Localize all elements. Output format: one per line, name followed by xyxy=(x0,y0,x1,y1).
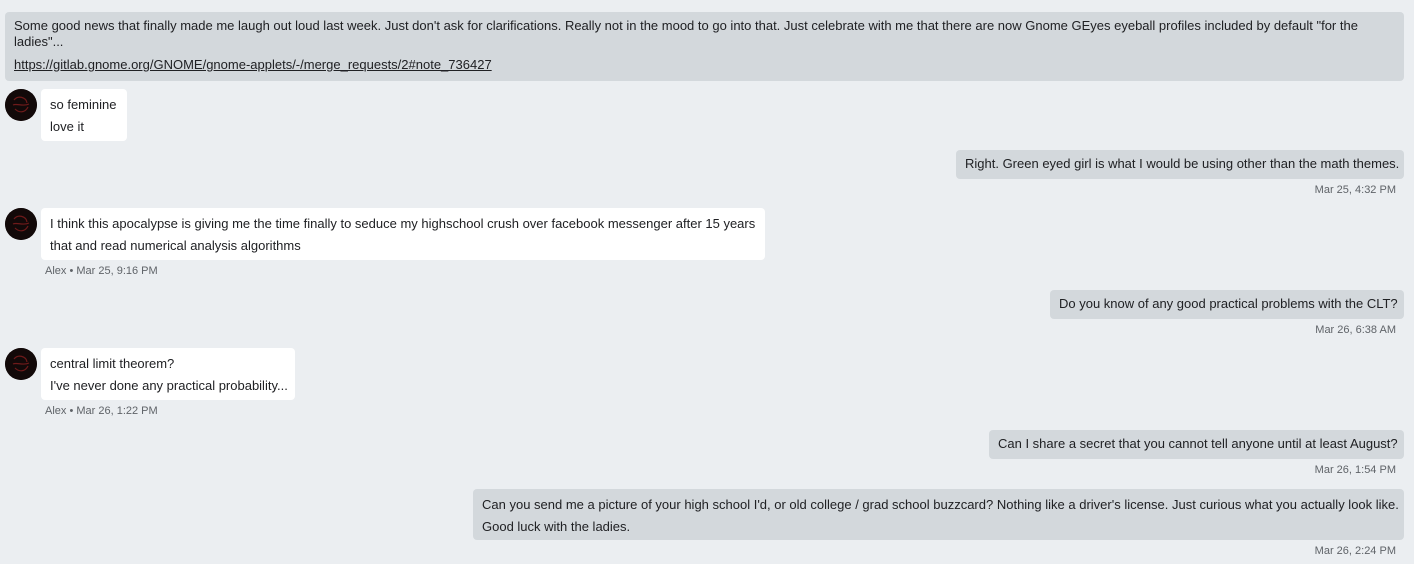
message-bubble-outgoing[interactable]: Some good news that finally made me laug… xyxy=(5,12,1404,81)
contact-avatar-icon[interactable] xyxy=(5,348,37,380)
message-text: Good luck with the ladies. xyxy=(482,519,631,534)
message-timestamp: Mar 26, 2:24 PM xyxy=(1314,545,1396,557)
message-text: so feminine xyxy=(50,97,117,112)
message-timestamp: Mar 26, 6:38 AM xyxy=(1315,324,1396,336)
message-text: Do you know of any good practical proble… xyxy=(1059,296,1398,311)
message-timestamp: Mar 25, 4:32 PM xyxy=(1314,184,1396,196)
message-text: I've never done any practical probabilit… xyxy=(50,378,288,393)
message-bubble-incoming[interactable]: so feminine love it xyxy=(41,89,127,141)
message-bubble-outgoing[interactable]: Do you know of any good practical proble… xyxy=(1050,290,1404,319)
message-text: Right. Green eyed girl is what I would b… xyxy=(965,156,1400,171)
message-bubble-outgoing[interactable]: Right. Green eyed girl is what I would b… xyxy=(956,150,1404,179)
message-text: that and read numerical analysis algorit… xyxy=(50,238,301,253)
message-text: central limit theorem? xyxy=(50,356,175,371)
message-bubble-incoming[interactable]: I think this apocalypse is giving me the… xyxy=(41,208,765,260)
message-bubble-outgoing[interactable]: Can you send me a picture of your high s… xyxy=(473,489,1404,540)
conversation-view: Some good news that finally made me laug… xyxy=(0,0,1414,564)
message-text: I think this apocalypse is giving me the… xyxy=(50,216,756,231)
message-timestamp: Mar 26, 1:54 PM xyxy=(1314,464,1396,476)
contact-avatar-icon[interactable] xyxy=(5,208,37,240)
message-sender-timestamp: Alex • Mar 25, 9:16 PM xyxy=(45,265,158,277)
message-text: love it xyxy=(50,119,84,134)
message-link[interactable]: https://gitlab.gnome.org/GNOME/gnome-app… xyxy=(14,57,1395,73)
contact-avatar-icon[interactable] xyxy=(5,89,37,121)
message-sender-timestamp: Alex • Mar 26, 1:22 PM xyxy=(45,405,158,417)
message-text: Can you send me a picture of your high s… xyxy=(482,497,1399,512)
message-bubble-incoming[interactable]: central limit theorem? I've never done a… xyxy=(41,348,295,400)
message-text: Some good news that finally made me laug… xyxy=(14,18,1358,49)
message-bubble-outgoing[interactable]: Can I share a secret that you cannot tel… xyxy=(989,430,1404,459)
message-text: Can I share a secret that you cannot tel… xyxy=(998,436,1398,451)
